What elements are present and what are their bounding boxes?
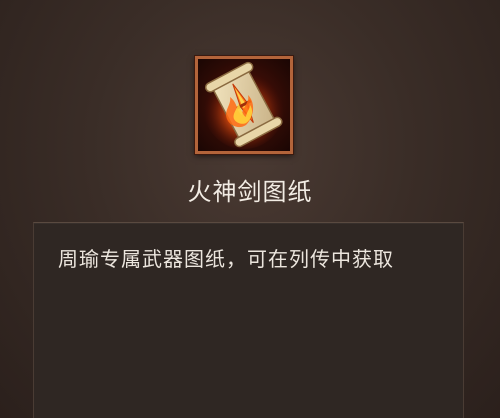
item-icon-frame xyxy=(195,56,293,154)
item-detail-panel: 火神剑图纸 周瑜专属武器图纸，可在列传中获取 xyxy=(0,0,500,418)
blueprint-scroll-icon xyxy=(204,61,284,149)
description-box: 周瑜专属武器图纸，可在列传中获取 xyxy=(33,222,464,418)
item-description: 周瑜专属武器图纸，可在列传中获取 xyxy=(58,247,394,271)
item-name: 火神剑图纸 xyxy=(187,178,313,206)
